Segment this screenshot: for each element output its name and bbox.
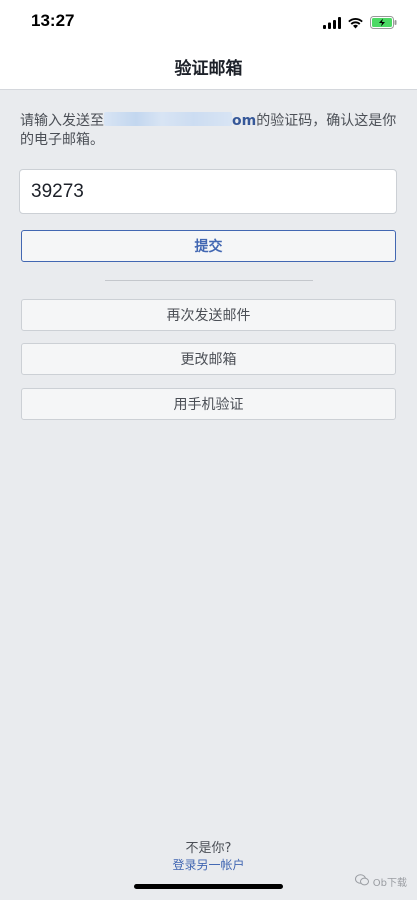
wifi-icon (347, 14, 364, 33)
instruction-prefix: 请输入发送至 (20, 113, 104, 129)
change-email-button[interactable]: 更改邮箱 (21, 343, 396, 375)
cellular-signal-icon (323, 14, 341, 33)
resend-email-button[interactable]: 再次发送邮件 (21, 299, 396, 331)
battery-charging-icon (370, 14, 397, 33)
status-time: 13:27 (31, 11, 75, 30)
home-indicator (134, 884, 283, 889)
login-other-account-link[interactable]: 登录另一帐户 (0, 856, 417, 873)
verification-code-input[interactable] (19, 169, 397, 214)
status-bar: 13:27 (0, 0, 417, 44)
watermark-text: Ob下载 (372, 878, 407, 889)
not-you-text: 不是你? (185, 841, 232, 856)
divider (105, 280, 313, 281)
submit-button[interactable]: 提交 (21, 230, 396, 262)
masked-email (104, 112, 232, 126)
watermark: Ob下载 (354, 874, 407, 889)
instruction-text: 请输入发送至 om的验证码，确认这是你的电子邮箱。 (20, 112, 400, 150)
email-suffix: om (232, 113, 257, 129)
verify-with-phone-button[interactable]: 用手机验证 (21, 388, 396, 420)
status-icons (323, 14, 397, 33)
page-title: 验证邮箱 (174, 59, 243, 79)
wechat-icon (354, 874, 369, 889)
nav-bar: 验证邮箱 (0, 44, 417, 90)
